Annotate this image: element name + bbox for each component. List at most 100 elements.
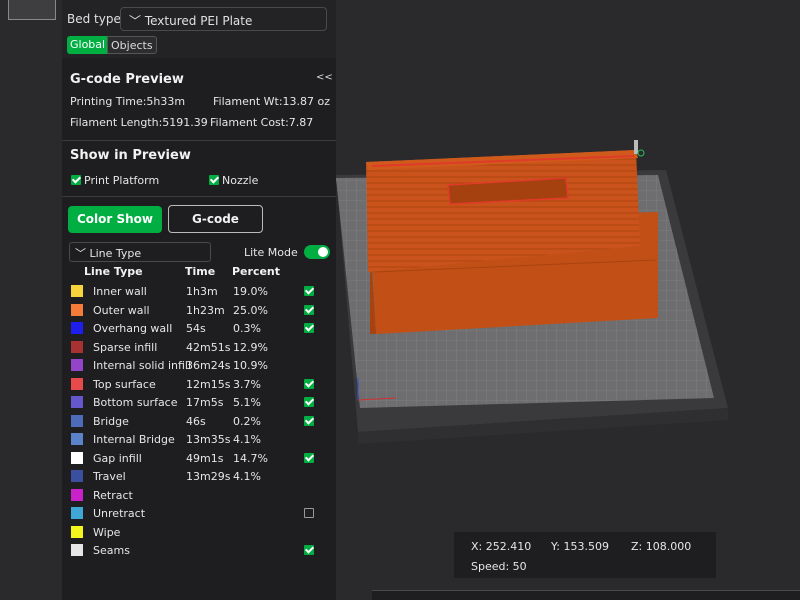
list-item[interactable]: Outer wall 1h23m 25.0% — [62, 301, 336, 319]
color-swatch — [71, 359, 83, 371]
x-coordinate: X: 252.410 — [471, 540, 532, 553]
build-plate-view[interactable] — [336, 0, 800, 600]
speed-readout: Speed: 50 — [471, 560, 527, 573]
line-type-percent: 0.3% — [233, 322, 261, 335]
column-header-line-type: Line Type — [84, 265, 143, 278]
list-item[interactable]: Internal solid infill 36m24s 10.9% — [62, 356, 336, 374]
line-type-name: Internal solid infill — [93, 359, 192, 372]
line-type-name: Wipe — [93, 525, 121, 539]
print-platform-checkbox[interactable] — [71, 175, 81, 185]
bed-type-label: Bed type — [67, 12, 121, 26]
line-type-name: Bottom surface — [93, 396, 178, 409]
line-type-time: 1h23m — [186, 303, 225, 317]
visibility-checkbox[interactable] — [304, 323, 314, 333]
list-item[interactable]: Gap infill 49m1s 14.7% — [62, 449, 336, 467]
chevron-down-icon: ﹀ — [75, 247, 90, 260]
show-in-preview-title: Show in Preview — [70, 148, 191, 163]
line-type-name: Internal Bridge — [93, 433, 175, 446]
list-item[interactable]: Bridge 46s 0.2% — [62, 412, 336, 430]
list-item[interactable]: Sparse infill 42m51s 12.9% — [62, 338, 336, 356]
line-type-percent: 4.1% — [233, 433, 261, 446]
line-type-time: 49m1s — [186, 451, 224, 465]
line-type-name: Retract — [93, 488, 133, 502]
left-panel: Bed type ﹀ Textured PEI Plate Global Obj… — [62, 0, 336, 600]
line-type-name: Sparse infill — [93, 340, 158, 354]
list-item[interactable]: Bottom surface 17m5s 5.1% — [62, 393, 336, 411]
color-swatch — [71, 544, 83, 556]
color-swatch — [71, 525, 83, 538]
line-type-time: 12m15s — [186, 377, 231, 391]
color-show-button[interactable]: Color Show — [68, 206, 162, 233]
lite-mode-label: Lite Mode — [244, 246, 298, 259]
filament-length: Filament Length:5191.39 in — [70, 116, 213, 129]
line-type-select[interactable]: ﹀ Line Type — [69, 242, 211, 262]
line-type-time: 46s — [186, 414, 206, 428]
color-swatch — [71, 377, 83, 390]
list-item[interactable]: Seams — [62, 541, 336, 559]
color-swatch — [71, 414, 83, 427]
gcode-button[interactable]: G-code — [168, 205, 263, 233]
collapse-icon[interactable]: << — [316, 72, 333, 83]
line-type-name: Travel — [93, 470, 126, 483]
line-type-percent: 12.9% — [233, 340, 268, 354]
line-type-percent: 10.9% — [233, 359, 268, 372]
filament-cost: Filament Cost:7.87 — [210, 116, 314, 129]
visibility-checkbox[interactable] — [304, 378, 314, 389]
nozzle-checkbox[interactable] — [209, 175, 219, 185]
list-item[interactable]: Inner wall 1h3m 19.0% — [62, 282, 336, 300]
color-swatch — [71, 285, 83, 297]
bed-type-select[interactable]: ﹀ Textured PEI Plate — [120, 7, 327, 31]
column-header-percent: Percent — [232, 265, 281, 278]
visibility-checkbox[interactable] — [304, 397, 314, 407]
line-type-name: Bridge — [93, 414, 129, 428]
view-cube-icon[interactable] — [8, 0, 56, 20]
tab-global[interactable]: Global — [67, 36, 109, 54]
line-type-percent: 14.7% — [233, 451, 268, 465]
position-readout: X: 252.410 Y: 153.509 Z: 108.000 Speed: … — [454, 532, 716, 578]
list-item[interactable]: Overhang wall 54s 0.3% — [62, 319, 336, 337]
z-coordinate: Z: 108.000 — [631, 540, 692, 553]
line-type-percent: 5.1% — [233, 396, 261, 409]
visibility-checkbox[interactable] — [304, 304, 314, 315]
line-type-time: 17m5s — [186, 396, 224, 409]
color-swatch — [71, 396, 83, 408]
line-type-percent: 0.2% — [233, 414, 261, 428]
left-toolbar — [0, 0, 62, 600]
tab-objects[interactable]: Objects — [107, 36, 157, 54]
lite-mode-toggle[interactable] — [304, 245, 330, 259]
color-swatch — [71, 507, 83, 519]
printing-time: Printing Time:5h33m — [70, 95, 186, 108]
list-item[interactable]: Retract — [62, 486, 336, 504]
line-type-time: 42m51s — [186, 340, 231, 354]
print-settings-area: Bed type ﹀ Textured PEI Plate Global Obj… — [62, 0, 336, 58]
visibility-checkbox[interactable] — [304, 545, 314, 555]
visibility-checkbox[interactable] — [304, 286, 314, 296]
divider — [62, 140, 336, 141]
visibility-checkbox[interactable] — [304, 415, 314, 426]
line-type-name: Seams — [93, 544, 130, 557]
chevron-down-icon: ﹀ — [129, 14, 145, 28]
line-type-percent: 19.0% — [233, 285, 268, 298]
line-type-time: 13m35s — [186, 433, 231, 446]
color-swatch — [71, 488, 83, 501]
list-item[interactable]: Internal Bridge 13m35s 4.1% — [62, 430, 336, 448]
color-swatch — [71, 470, 83, 482]
list-item[interactable]: Travel 13m29s 4.1% — [62, 467, 336, 485]
list-item[interactable]: Wipe — [62, 523, 336, 541]
nozzle-marker — [637, 149, 645, 157]
bottom-slider-bar[interactable] — [372, 590, 800, 600]
visibility-checkbox[interactable] — [304, 452, 314, 463]
filament-weight: Filament Wt:13.87 oz — [213, 95, 331, 108]
color-swatch — [71, 303, 83, 316]
list-item[interactable]: Unretract — [62, 504, 336, 522]
line-type-percent: 25.0% — [233, 303, 268, 317]
3d-viewport[interactable] — [336, 0, 800, 600]
line-type-percent: 3.7% — [233, 377, 261, 391]
line-type-name: Top surface — [93, 377, 156, 391]
color-swatch — [71, 340, 83, 353]
visibility-checkbox[interactable] — [304, 508, 314, 518]
divider — [62, 196, 336, 197]
line-type-time: 36m24s — [186, 359, 231, 372]
nozzle-icon — [634, 140, 638, 154]
list-item[interactable]: Top surface 12m15s 3.7% — [62, 375, 336, 393]
